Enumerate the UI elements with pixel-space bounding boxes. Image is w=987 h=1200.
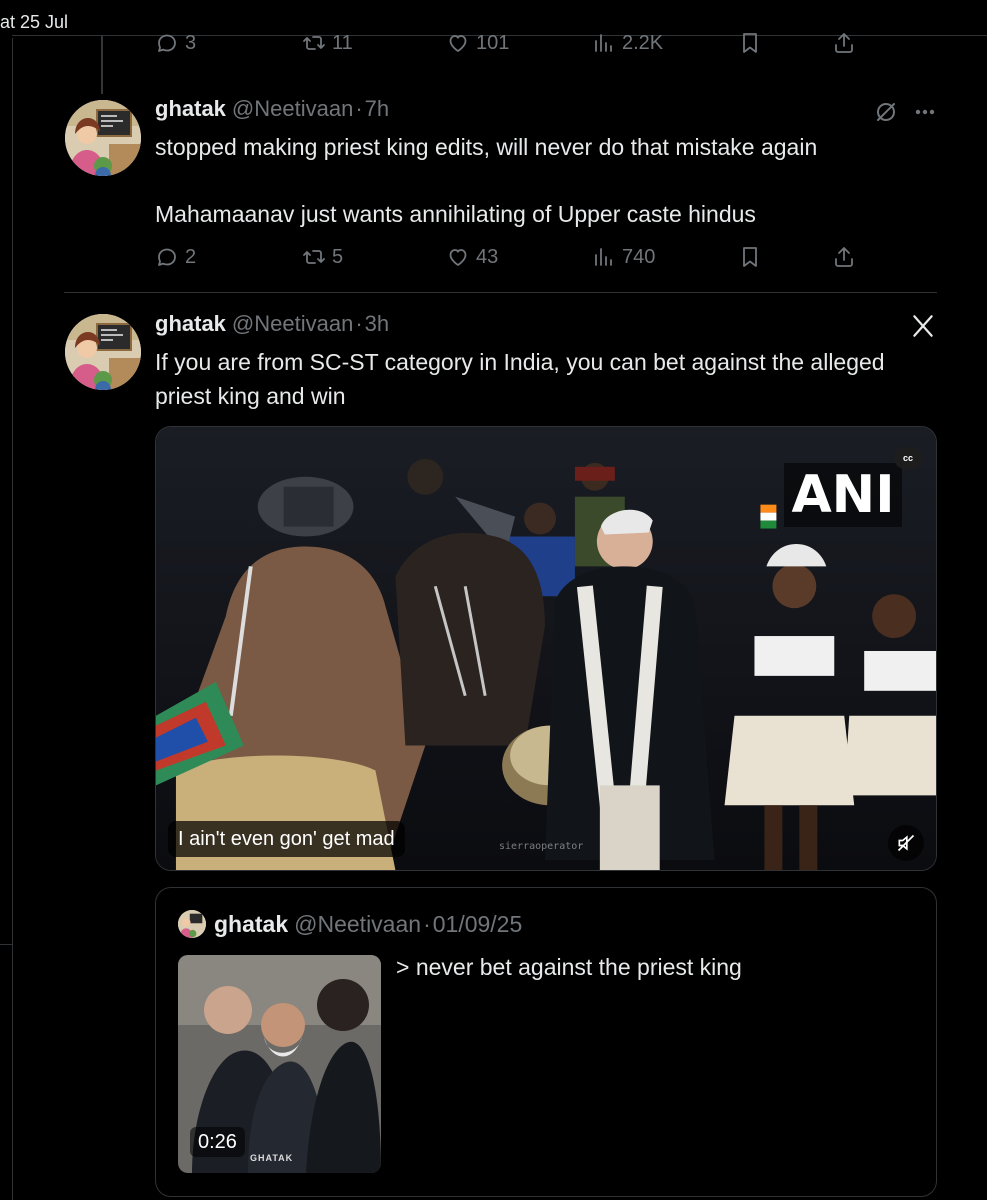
bookmark-button[interactable] (738, 241, 762, 273)
tweet-text-line-2: Mahamaanav just wants annihilating of Up… (155, 201, 756, 227)
views-icon (595, 248, 612, 266)
like-icon (449, 249, 467, 266)
author-name: ghatak (214, 910, 289, 937)
quoted-tweet-date: 01/09/25 (432, 910, 523, 937)
repost-button[interactable]: 11 (302, 27, 353, 59)
repost-icon (303, 250, 325, 264)
left-divider-cap (0, 944, 12, 945)
grok-icon (877, 103, 895, 121)
author-name[interactable]: ghatak (155, 311, 226, 337)
bookmark-icon (743, 247, 757, 267)
reply-count: 2 (185, 245, 197, 268)
video-player[interactable]: ANI cc I ain't even gon' get mad sierrao… (155, 426, 937, 871)
left-divider (12, 38, 13, 1200)
views-count: 740 (622, 245, 656, 268)
repost-count: 11 (332, 31, 353, 54)
tweet-text-line-1: stopped making priest king edits, will n… (155, 134, 818, 160)
thread-connector-line (101, 36, 103, 94)
tweet-time[interactable]: 7h (365, 96, 389, 122)
repost-button[interactable]: 5 (302, 241, 343, 273)
video-watermark: sierraoperator (499, 841, 584, 852)
share-icon (835, 33, 853, 53)
grok-button[interactable] (872, 98, 900, 126)
quoted-video-thumbnail[interactable]: 0:26 GHATAK (178, 955, 381, 1173)
avatar-illustration (65, 314, 141, 390)
repost-count: 5 (332, 245, 344, 268)
thumbnail-logo: GHATAK (250, 1153, 294, 1163)
bookmark-button[interactable] (738, 27, 762, 59)
quoted-tweet-text: > never bet against the priest king (396, 954, 742, 980)
reply-button[interactable]: 2 (155, 241, 196, 273)
previous-tweet-actions: 3 11 101 2.2K (155, 27, 860, 59)
ani-channel-logo: ANI (784, 463, 902, 527)
repost-icon (303, 36, 325, 50)
separator-dot: · (355, 96, 363, 121)
like-count: 43 (476, 245, 499, 268)
share-button[interactable] (832, 27, 856, 59)
avatar (178, 910, 206, 938)
share-icon (835, 247, 853, 267)
views-count: 2.2K (622, 31, 664, 54)
captions-button[interactable]: cc (894, 447, 922, 469)
tweet-time[interactable]: 3h (365, 311, 389, 337)
views-button[interactable]: 2.2K (592, 27, 663, 59)
like-button[interactable]: 101 (446, 27, 509, 59)
tweet-header: ghatak @Neetivaan · 7h (155, 96, 389, 126)
like-count: 101 (476, 31, 510, 54)
separator-dot: · (355, 311, 363, 336)
video-caption: I ain't even gon' get mad (168, 821, 405, 857)
reply-count: 3 (185, 31, 197, 54)
author-handle[interactable]: @Neetivaan (232, 96, 353, 122)
mute-button[interactable] (888, 825, 924, 861)
tweet-text: If you are from SC-ST category in India,… (155, 349, 885, 409)
views-button[interactable]: 740 (592, 241, 655, 273)
like-button[interactable]: 43 (446, 241, 498, 273)
author-handle[interactable]: @Neetivaan (232, 311, 353, 337)
avatar-illustration (65, 100, 141, 176)
reply-button[interactable]: 3 (155, 27, 196, 59)
quoted-tweet-header: ghatak @Neetivaan · 01/09/25 (178, 908, 522, 940)
more-icon (915, 109, 935, 115)
mute-icon (897, 834, 915, 852)
close-button[interactable] (906, 310, 940, 342)
avatar-illustration (178, 910, 206, 938)
like-icon (449, 35, 467, 52)
bookmark-icon (743, 33, 757, 53)
more-button[interactable] (910, 98, 940, 126)
views-icon (595, 34, 612, 52)
tweet-divider (64, 292, 937, 293)
share-button[interactable] (832, 241, 856, 273)
reply-icon (158, 248, 176, 266)
close-icon (913, 315, 933, 337)
tweet-header: ghatak @Neetivaan · 3h (155, 311, 389, 341)
reply-icon (158, 34, 176, 52)
author-handle: @Neetivaan (294, 910, 422, 937)
avatar[interactable] (65, 314, 141, 390)
author-name[interactable]: ghatak (155, 96, 226, 122)
tweet-actions: 2 5 43 740 (155, 241, 860, 273)
avatar[interactable] (65, 100, 141, 176)
separator-dot: · (423, 910, 431, 937)
quoted-tweet[interactable]: ghatak @Neetivaan · 01/09/25 0:26 GHATAK… (155, 887, 937, 1197)
date-label: at 25 Jul (0, 12, 69, 32)
video-duration: 0:26 (190, 1127, 245, 1157)
